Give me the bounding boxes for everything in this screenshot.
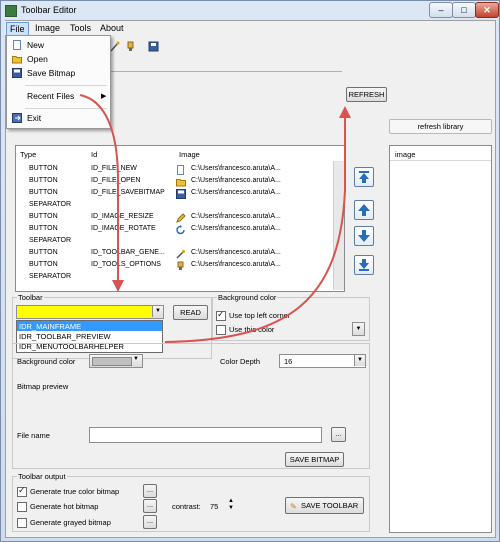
annotation-arrow-down: [79, 94, 119, 285]
annotation-arrow-up: [164, 115, 346, 343]
annotation-arrowhead-down: [112, 280, 124, 292]
annotation-arrowhead-up: [339, 106, 351, 118]
annotation-arrows: [79, 94, 351, 343]
